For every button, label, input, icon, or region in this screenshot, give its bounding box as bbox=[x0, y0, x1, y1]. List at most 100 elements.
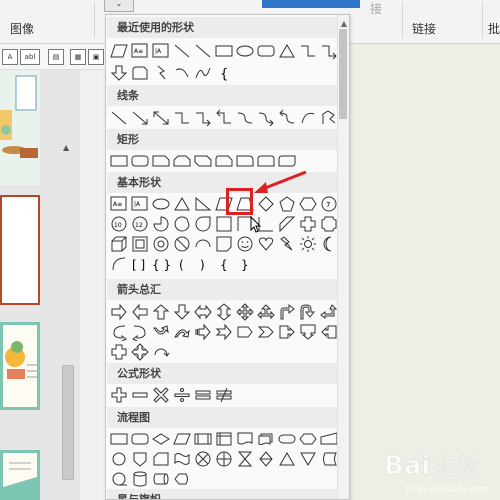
flowchart-predefined-process-shape-icon[interactable] bbox=[194, 430, 212, 448]
plus-shape-icon[interactable] bbox=[299, 215, 317, 233]
elbow-connector-shape-icon[interactable] bbox=[173, 109, 191, 127]
flowchart-document-shape-icon[interactable] bbox=[236, 430, 254, 448]
double-brace-shape-icon[interactable]: { } bbox=[152, 255, 170, 273]
table-icon[interactable]: ▦ bbox=[70, 49, 86, 65]
scroll-up-arrow[interactable]: ▲ bbox=[63, 144, 73, 152]
right-triangle-shape-icon[interactable] bbox=[194, 195, 212, 213]
flowchart-terminator-shape-icon[interactable] bbox=[278, 430, 296, 448]
freeform-shape-icon[interactable] bbox=[320, 109, 338, 127]
left-right-arrow-callout-shape-icon[interactable] bbox=[110, 343, 128, 361]
right-arrow-shape-icon[interactable] bbox=[110, 303, 128, 321]
flowchart-data-shape-icon[interactable] bbox=[173, 430, 191, 448]
curved-connector-shape-icon[interactable] bbox=[236, 109, 254, 127]
line-shape-icon[interactable] bbox=[110, 109, 128, 127]
curved-double-arrow-connector-shape-icon[interactable] bbox=[278, 109, 296, 127]
curved-up-arrow-shape-icon[interactable] bbox=[152, 323, 170, 341]
curved-arrow-connector-shape-icon[interactable] bbox=[257, 109, 275, 127]
flowchart-multidocument-shape-icon[interactable] bbox=[257, 430, 275, 448]
cube-shape-icon[interactable] bbox=[110, 235, 128, 253]
flowchart-or-shape-icon[interactable] bbox=[215, 450, 233, 468]
flowchart-display-shape-icon[interactable] bbox=[173, 470, 191, 488]
pie-shape-icon[interactable] bbox=[152, 215, 170, 233]
flowchart-decision-shape-icon[interactable] bbox=[152, 430, 170, 448]
quad-arrow-callout-shape-icon[interactable] bbox=[131, 343, 149, 361]
donut-shape-icon[interactable] bbox=[152, 235, 170, 253]
flowchart-connector-shape-icon[interactable] bbox=[110, 450, 128, 468]
plus-sign-shape-icon[interactable] bbox=[110, 386, 128, 404]
arrow-line-shape-icon[interactable] bbox=[131, 109, 149, 127]
flowchart-preparation-shape-icon[interactable] bbox=[299, 430, 317, 448]
left-arrow-callout-shape-icon[interactable] bbox=[320, 323, 338, 341]
line-shape-icon[interactable] bbox=[194, 42, 212, 60]
plaque-shape-icon[interactable] bbox=[320, 215, 338, 233]
flowchart-punched-tape-shape-icon[interactable] bbox=[173, 450, 191, 468]
pentagon-arrow-shape-icon[interactable] bbox=[236, 323, 254, 341]
decagon-shape-icon[interactable]: 10 bbox=[110, 215, 128, 233]
u-turn-arrow-shape-icon[interactable] bbox=[299, 303, 317, 321]
flowchart-alternate-process-shape-icon[interactable] bbox=[131, 430, 149, 448]
flowchart-offpage-connector-shape-icon[interactable] bbox=[131, 450, 149, 468]
curved-left-arrow-shape-icon[interactable] bbox=[131, 323, 149, 341]
snip-round-rectangle-shape-icon[interactable] bbox=[215, 152, 233, 170]
up-down-arrow-shape-icon[interactable] bbox=[215, 303, 233, 321]
left-arrow-shape-icon[interactable] bbox=[131, 303, 149, 321]
oval-shape-icon[interactable] bbox=[152, 195, 170, 213]
frame-shape-icon[interactable] bbox=[215, 215, 233, 233]
text-field-icon[interactable]: abl bbox=[20, 49, 40, 65]
oval-shape-icon[interactable] bbox=[236, 42, 254, 60]
rectangle-shape-icon[interactable] bbox=[110, 152, 128, 170]
curve-shape-icon[interactable] bbox=[299, 109, 317, 127]
heart-shape-icon[interactable] bbox=[257, 235, 275, 253]
textbox-icon[interactable]: A bbox=[2, 49, 18, 65]
flowchart-extract-shape-icon[interactable] bbox=[278, 450, 296, 468]
right-brace-shape-icon[interactable]: } bbox=[236, 255, 254, 273]
slide-thumbnail[interactable] bbox=[0, 450, 40, 500]
triangle-shape-icon[interactable] bbox=[173, 195, 191, 213]
flowchart-collate-shape-icon[interactable] bbox=[236, 450, 254, 468]
double-arrow-line-shape-icon[interactable] bbox=[152, 109, 170, 127]
chord-shape-icon[interactable] bbox=[173, 215, 191, 233]
not-equal-sign-shape-icon[interactable] bbox=[215, 386, 233, 404]
shapes-dropdown-toggle[interactable]: ⌄ bbox=[104, 0, 134, 12]
smiley-face-shape-icon[interactable] bbox=[236, 235, 254, 253]
dropdown-scrollbar[interactable]: ▲ bbox=[337, 15, 349, 499]
snip-same-side-rectangle-shape-icon[interactable] bbox=[173, 152, 191, 170]
down-arrow-shape-icon[interactable] bbox=[173, 303, 191, 321]
arc-shape-icon[interactable] bbox=[173, 64, 191, 82]
slide-pane-scrollbar[interactable] bbox=[62, 365, 74, 480]
textbox-shape-icon[interactable]: A≡ bbox=[131, 42, 149, 60]
snip-diagonal-rectangle-shape-icon[interactable] bbox=[194, 152, 212, 170]
slide-thumbnail-selected[interactable] bbox=[0, 195, 40, 305]
down-arrow-callout-shape-icon[interactable] bbox=[299, 323, 317, 341]
image-icon[interactable]: ▣ bbox=[88, 49, 104, 65]
line-shape-icon[interactable] bbox=[173, 42, 191, 60]
up-arrow-shape-icon[interactable] bbox=[152, 303, 170, 321]
notched-right-arrow-shape-icon[interactable] bbox=[215, 323, 233, 341]
textbox-shape-icon[interactable]: A≡ bbox=[110, 195, 128, 213]
double-bracket-shape-icon[interactable]: [ ] bbox=[131, 255, 149, 273]
flowchart-summing-junction-shape-icon[interactable] bbox=[194, 450, 212, 468]
rectangle-shape-icon[interactable] bbox=[215, 42, 233, 60]
bent-arrow-shape-icon[interactable] bbox=[278, 303, 296, 321]
elbow-arrow-shape-icon[interactable] bbox=[194, 109, 212, 127]
division-sign-shape-icon[interactable] bbox=[173, 386, 191, 404]
left-right-up-arrow-shape-icon[interactable] bbox=[257, 303, 275, 321]
rounded-rectangle-shape-icon[interactable] bbox=[131, 152, 149, 170]
list-icon[interactable]: ▤ bbox=[48, 49, 64, 65]
flowchart-process-shape-icon[interactable] bbox=[110, 430, 128, 448]
left-bracket-shape-icon[interactable]: ( bbox=[173, 255, 191, 273]
dodecagon-shape-icon[interactable]: 12 bbox=[131, 215, 149, 233]
block-arc-shape-icon[interactable] bbox=[194, 235, 212, 253]
left-brace-shape-icon[interactable]: { bbox=[215, 255, 233, 273]
flowchart-merge-shape-icon[interactable] bbox=[299, 450, 317, 468]
flowchart-magnetic-disk-shape-icon[interactable] bbox=[131, 470, 149, 488]
slide-canvas[interactable] bbox=[350, 44, 500, 500]
left-right-arrow-shape-icon[interactable] bbox=[194, 303, 212, 321]
folded-corner-shape-icon[interactable] bbox=[215, 235, 233, 253]
ribbon-blue-button[interactable] bbox=[262, 0, 360, 8]
equal-sign-shape-icon[interactable] bbox=[194, 386, 212, 404]
slide-thumbnail[interactable] bbox=[0, 70, 40, 185]
moon-shape-icon[interactable] bbox=[320, 235, 338, 253]
diagonal-stripe-shape-icon[interactable] bbox=[278, 215, 296, 233]
flowchart-direct-access-storage-shape-icon[interactable] bbox=[152, 470, 170, 488]
